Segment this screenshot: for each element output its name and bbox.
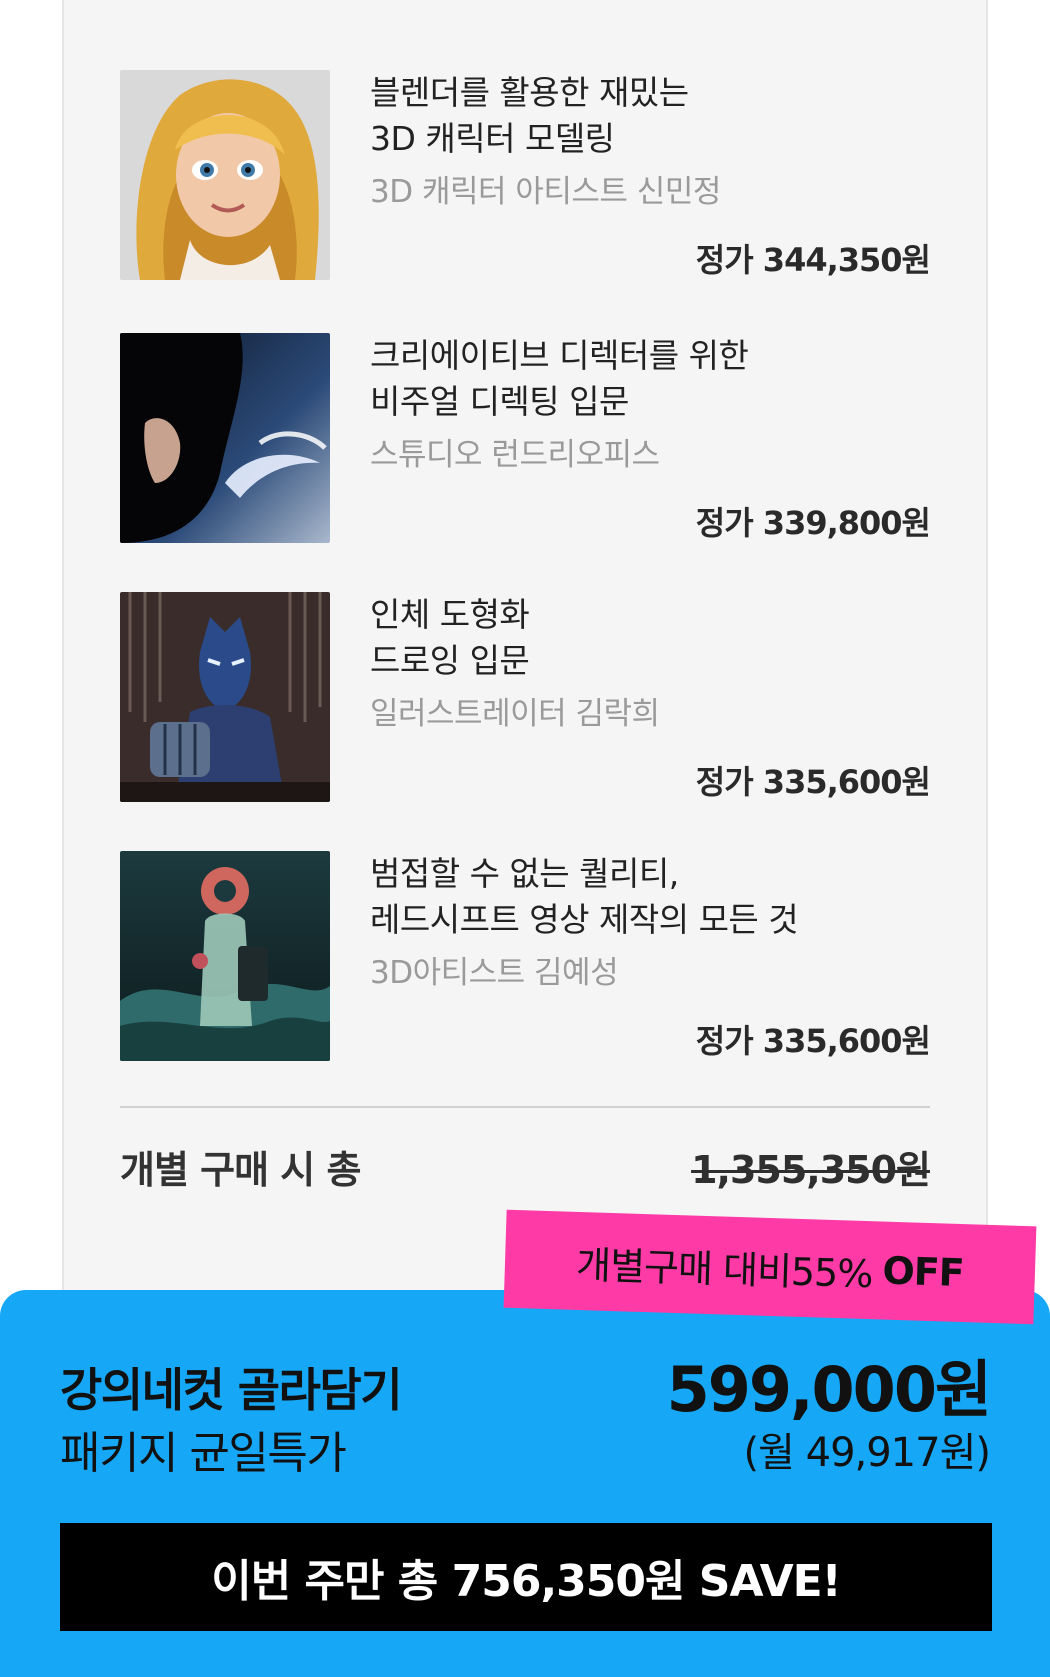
character-portrait-image (120, 70, 330, 280)
superhero-illustration-image (120, 592, 330, 802)
course-price: 정가 335,600원 (695, 763, 931, 801)
course-author: 일러스트레이터 김락희 (370, 696, 660, 732)
course-thumbnail-3d-character (120, 70, 330, 280)
portrait-artwork-image (120, 333, 330, 543)
course-item[interactable]: 블렌더를 활용한 재밌는 3D 캐릭터 모델링 3D 캐릭터 아티스트 신민정 … (120, 70, 931, 280)
individual-total-price: 1,355,350원 (691, 1148, 931, 1192)
course-thumbnail-visual-directing (120, 333, 330, 543)
course-author: 3D 캐릭터 아티스트 신민정 (370, 174, 721, 210)
course-thumbnail-redshift (120, 851, 330, 1061)
discount-badge: 개별구매 대비55% OFF (503, 1209, 1037, 1325)
course-author: 3D아티스트 김예성 (370, 955, 619, 991)
course-item[interactable]: 범접할 수 없는 퀄리티, 레드시프트 영상 제작의 모든 것 3D아티스트 김… (120, 851, 931, 1061)
divider (120, 1106, 930, 1108)
course-author: 스튜디오 런드리오피스 (370, 437, 660, 473)
package-price: 599,000원 (666, 1353, 992, 1426)
course-price: 정가 339,800원 (695, 504, 931, 542)
course-price: 정가 344,350원 (695, 241, 931, 279)
3d-render-image (120, 851, 330, 1061)
course-title: 범접할 수 없는 퀄리티, 레드시프트 영상 제작의 모든 것 (370, 854, 799, 939)
course-thumbnail-figure-drawing (120, 592, 330, 802)
discount-badge-text: 개별구매 대비55% (575, 1242, 874, 1296)
package-monthly-price: (월 49,917원) (743, 1430, 991, 1476)
individual-total-label: 개별 구매 시 총 (120, 1148, 361, 1192)
package-subtitle: 패키지 균일특가 (60, 1428, 347, 1479)
course-title: 크리에이티브 디렉터를 위한 비주얼 디렉팅 입문 (370, 336, 749, 421)
course-price: 정가 335,600원 (695, 1022, 931, 1060)
course-item[interactable]: 인체 도형화 드로잉 입문 일러스트레이터 김락희 정가 335,600원 (120, 592, 931, 802)
discount-badge-off: OFF (881, 1248, 965, 1296)
course-title: 블렌더를 활용한 재밌는 3D 캐릭터 모델링 (370, 73, 689, 158)
course-item[interactable]: 크리에이티브 디렉터를 위한 비주얼 디렉팅 입문 스튜디오 런드리오피스 정가… (120, 333, 931, 543)
package-title: 강의네컷 골라담기 (60, 1363, 403, 1417)
save-banner-text: 이번 주만 총 756,350원 SAVE! (211, 1556, 841, 1607)
course-title: 인체 도형화 드로잉 입문 (370, 595, 530, 680)
save-banner[interactable]: 이번 주만 총 756,350원 SAVE! (60, 1523, 992, 1631)
